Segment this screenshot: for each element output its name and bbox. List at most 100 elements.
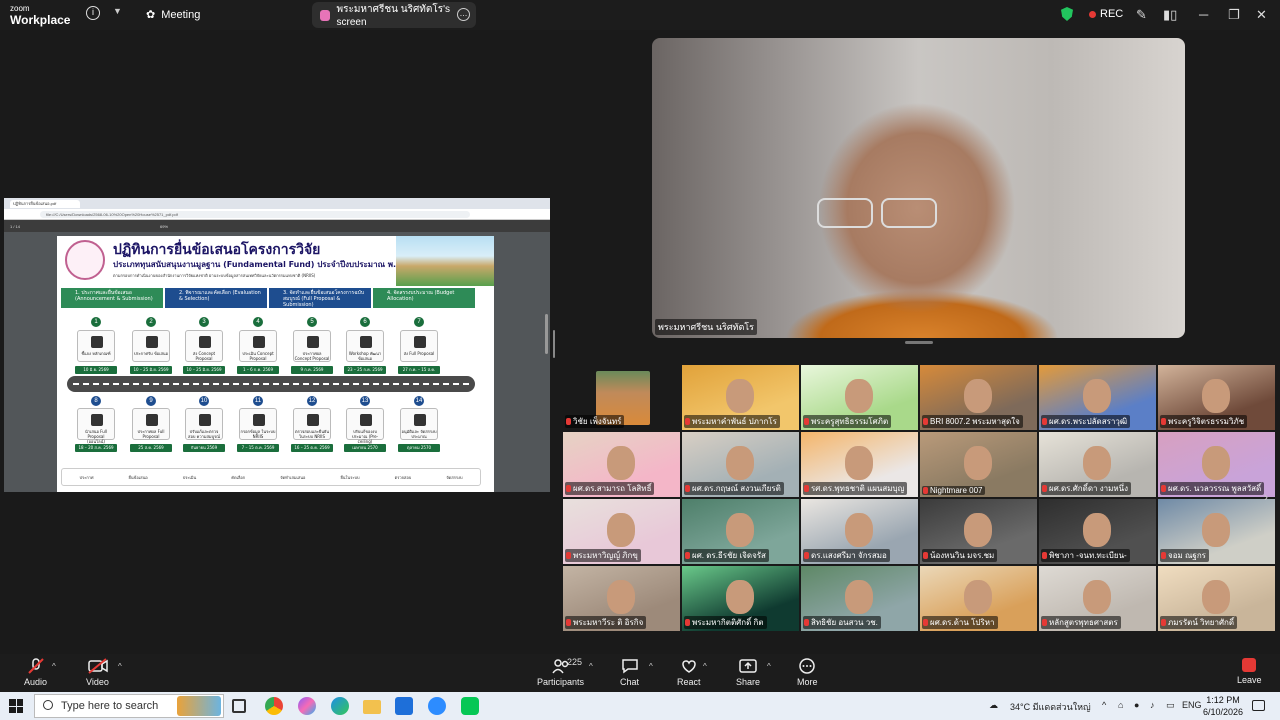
mic-tray-icon[interactable]: ● <box>1134 700 1139 710</box>
share-options-icon[interactable]: ^ <box>767 662 771 671</box>
speaker-tray-icon[interactable]: ♪ <box>1150 700 1155 710</box>
video-options-icon[interactable]: ^ <box>118 662 122 671</box>
share-label: Share <box>736 677 761 687</box>
windows-start-icon[interactable] <box>9 699 23 713</box>
participant-tile[interactable]: วิชัย เพ็งจันทร์ <box>563 365 680 430</box>
participant-tile[interactable]: รศ.ดร.พุทธชาติ แผนสมบุญ <box>801 432 918 497</box>
participant-tile[interactable]: ดร.แสงศรีมา จักรสมอ <box>801 499 918 564</box>
browser-tab[interactable]: ปฏิทินการยื่นข้อเสนอ.pdf <box>10 199 80 208</box>
meeting-tab[interactable]: ✿ Meeting <box>146 8 200 22</box>
edge-icon[interactable] <box>331 697 349 715</box>
step-date: เมษายน 2570 <box>344 444 386 452</box>
building-photo <box>396 236 494 286</box>
more-button[interactable]: More <box>797 658 818 687</box>
info-icon[interactable]: i <box>86 6 100 20</box>
mic-muted-icon <box>923 487 928 494</box>
participant-name-tag: วิชัย เพ็งจันทร์ <box>565 415 625 428</box>
tray-up-icon[interactable]: ^ <box>1102 700 1106 710</box>
participant-tile[interactable]: พระมหาวิญญ์ ภิกขุ <box>563 499 680 564</box>
participant-name: หลักสูตรพุทธศาสตร <box>1049 618 1118 627</box>
pdf-zoom[interactable]: 69% <box>160 224 168 229</box>
participant-name-tag: หลักสูตรพุทธศาสตร <box>1041 616 1121 629</box>
audio-button[interactable]: Audio <box>24 658 47 687</box>
zoom-app-icon[interactable] <box>428 697 446 715</box>
participant-tile[interactable]: ผศ.ดร.สามารถ โลสิทธิ์ <box>563 432 680 497</box>
weather-text[interactable]: 34°C มีแดดส่วนใหญ่ <box>1010 700 1091 714</box>
security-shield-icon[interactable] <box>1061 7 1073 21</box>
participant-tile[interactable]: พระมหากิตติศักดิ์ กิต <box>682 566 799 631</box>
react-button[interactable]: React <box>677 658 701 687</box>
mic-muted-icon <box>566 552 571 559</box>
network-icon[interactable]: ⌂ <box>1118 700 1123 710</box>
participant-tile[interactable]: ผศ.ดร.ด้าน โปริหา <box>920 566 1037 631</box>
participant-tile[interactable]: ผศ.ดร.ศักดิ์ดา งามหนึ่ง <box>1039 432 1156 497</box>
participant-name-tag: น้องหนวิน มจร.ชม <box>922 549 998 562</box>
mic-muted-icon <box>685 619 690 626</box>
split-handle[interactable] <box>553 330 555 358</box>
participant-tile[interactable]: BRI 8007.2 พระมหาสุดใจ <box>920 365 1037 430</box>
url-field[interactable]: file:///C:/Users/Downloads/2568-06-10%20… <box>40 210 470 218</box>
chevron-right-icon[interactable]: › <box>1264 490 1268 504</box>
pdf-page-indicator[interactable]: 1 / 14 <box>10 224 20 229</box>
close-icon[interactable]: ✕ <box>1256 7 1267 23</box>
participant-tile[interactable]: ผศ.ดร.กฤษณ์ สงวนเกียรติ <box>682 432 799 497</box>
chevron-down-icon[interactable]: ▼ <box>113 6 122 16</box>
minimize-icon[interactable]: ─ <box>1199 7 1208 22</box>
pen-icon[interactable]: ✎ <box>1136 7 1147 23</box>
screen-share-tab[interactable]: พระมหาศรีชน นริศทัตโร's screen … <box>312 2 476 28</box>
speaker-resize-handle[interactable] <box>905 341 933 344</box>
participant-tile[interactable]: ผศ.ดร.พระปลัดสราวุฒิ <box>1039 365 1156 430</box>
task-view-icon[interactable] <box>232 699 246 713</box>
react-options-icon[interactable]: ^ <box>703 662 707 671</box>
participant-face <box>726 446 754 480</box>
outlook-icon[interactable] <box>395 697 413 715</box>
participants-options-icon[interactable]: ^ <box>589 662 593 671</box>
video-button[interactable]: Video <box>86 658 109 687</box>
participant-face <box>607 580 635 614</box>
participant-tile[interactable]: พระมหาวีระ ติ อิรกิจ <box>563 566 680 631</box>
restore-icon[interactable]: ❐ <box>1228 7 1240 23</box>
file-explorer-icon[interactable] <box>363 700 381 714</box>
participant-tile[interactable]: พระครูสุทธิธรรมโศภิต <box>801 365 918 430</box>
recording-indicator[interactable]: REC <box>1089 8 1123 20</box>
share-button[interactable]: Share <box>736 658 760 687</box>
step-card: ส่ง Full Proposal <box>400 330 438 362</box>
step-card: ประกาศรับ ข้อเสนอ <box>132 330 170 362</box>
battery-icon[interactable]: ▭ <box>1166 700 1175 711</box>
step-number: 3 <box>199 317 209 327</box>
active-speaker-video[interactable]: พระมหาศรีชน นริศทัตโร <box>652 38 1185 338</box>
copilot-icon[interactable] <box>298 697 316 715</box>
participant-name: ผศ.ดร. นวลวรรณ พูลสวัสดิ์ <box>1168 484 1262 493</box>
participant-tile[interactable]: พระครูวิจิตรธรรมวิภัช <box>1158 365 1275 430</box>
participant-tile[interactable]: น้องหนวิน มจร.ชม <box>920 499 1037 564</box>
more-icon[interactable]: … <box>457 8 470 21</box>
language-indicator[interactable]: ENG <box>1182 700 1202 710</box>
pdf-legend: ประกาศ ยื่นข้อเสนอ ประเมิน คัดเลือก จัดทำเล่… <box>61 468 481 486</box>
participant-tile[interactable]: ภมรรัตน์ วิทยาศักดิ์ <box>1158 566 1275 631</box>
participant-tile[interactable]: Nightmare 007 <box>920 432 1037 497</box>
audio-options-icon[interactable]: ^ <box>52 662 56 671</box>
step-number: 5 <box>307 317 317 327</box>
participant-tile[interactable]: หลักสูตรพุทธศาสตร <box>1039 566 1156 631</box>
participant-tile[interactable]: ผศ.ดร. นวลวรรณ พูลสวัสดิ์ <box>1158 432 1275 497</box>
step-card: ปรับแก้ของงบประมาณ (Pre-ceiling) <box>346 408 384 444</box>
leave-button[interactable]: Leave <box>1237 658 1262 685</box>
participant-tile[interactable]: ผศ. ดร.ธีรชัย เจิดจรัส <box>682 499 799 564</box>
widget-art-icon[interactable] <box>177 696 221 716</box>
participant-tile[interactable]: สิทธิชัย อนสวน วช. <box>801 566 918 631</box>
step-date: 10 – 25 มิ.ย. 2569 <box>183 366 225 374</box>
title-bar: zoom Workplace i ▼ ✿ Meeting พระมหาศรีชน… <box>0 0 1280 30</box>
legend-item: ประกาศ <box>79 474 94 480</box>
chat-options-icon[interactable]: ^ <box>649 662 653 671</box>
chat-button[interactable]: Chat <box>620 658 639 687</box>
clock[interactable]: 1:12 PM 6/10/2026 <box>1203 694 1243 718</box>
participant-tile[interactable]: จอม ณฐกร <box>1158 499 1275 564</box>
line-app-icon[interactable] <box>461 697 479 715</box>
pdf-scrollbar[interactable] <box>545 314 548 354</box>
shared-screen[interactable]: ปฏิทินการยื่นข้อเสนอ.pdf file:///C:/User… <box>4 198 550 492</box>
chrome-icon[interactable] <box>265 697 283 715</box>
notification-icon[interactable] <box>1252 700 1265 711</box>
participant-tile[interactable]: พิชาภา -จนท.ทะเบียน- <box>1039 499 1156 564</box>
participant-tile[interactable]: พระมหาคำพันธ์ ปภากโร <box>682 365 799 430</box>
layout-icon[interactable]: ▮▯ <box>1163 7 1177 23</box>
